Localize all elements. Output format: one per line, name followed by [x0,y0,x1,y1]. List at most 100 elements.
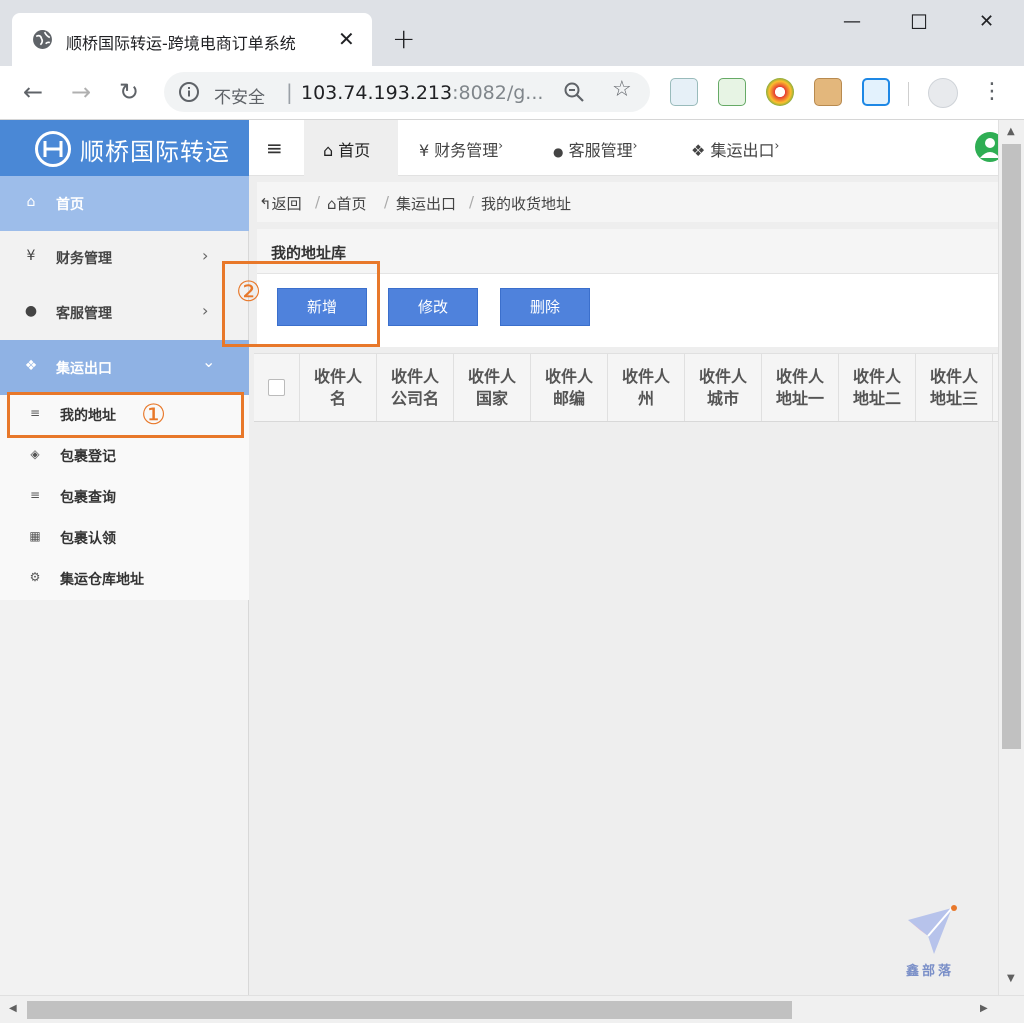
vertical-scroll-thumb[interactable] [1002,144,1021,749]
column-header[interactable]: 收件人 邮编 [531,354,608,421]
column-header[interactable]: 收件人名 [300,354,377,421]
chevron-right-icon: › [202,301,209,320]
breadcrumb-separator: / [384,193,390,211]
sidebar-item-finance[interactable]: ¥ 财务管理 › [0,230,249,285]
sidebar-subitem-warehouse-address[interactable]: ⚙ 集运仓库地址 [0,559,249,597]
tab-consolidation[interactable]: ❖ 集运出口› [691,137,779,161]
horizontal-scroll-thumb[interactable] [27,1001,792,1019]
tab-service[interactable]: ● 客服管理› [553,137,637,161]
extension-box-icon[interactable] [814,78,842,106]
sidebar-subitem-parcel-query[interactable]: ≡ 包裹查询 [0,477,249,515]
browser-tabstrip: 顺桥国际转运-跨境电商订单系统 ✕ + — ☐ ✕ [0,0,1024,66]
back-button[interactable]: ← [18,78,48,108]
select-all-checkbox[interactable] [268,379,285,396]
sidebar-item-consolidation[interactable]: ❖ 集运出口 ⌄ [0,340,249,395]
watermark-plane-icon [908,905,957,954]
brand-name: 顺桥国际转运 [80,138,230,166]
toolbar-separator [908,82,909,106]
sidebar-subitem-parcel-register[interactable]: ◈ 包裹登记 [0,436,249,474]
breadcrumb-level2[interactable]: 集运出口 [396,193,456,214]
vertical-scrollbar[interactable]: ▲ ▼ [998,120,1024,995]
user-icon: ● [24,303,38,319]
sidebar-item-label: 财务管理 [56,251,112,267]
extension-capture-icon[interactable] [862,78,890,106]
cube-icon: ◈ [30,447,40,461]
top-nav: ≡ ⌂ 首页 ¥ 财务管理› ● 客服管理› ❖ 集运出口› [249,120,1005,176]
chevron-right-icon: › [202,246,209,265]
tab-close-icon[interactable]: ✕ [338,27,355,51]
sidebar-subitem-label: 包裹登记 [60,449,116,465]
column-header[interactable]: 收件人 地址二 [839,354,916,421]
column-header[interactable]: 收件人 国家 [454,354,531,421]
panel-title: 我的地址库 [271,244,347,262]
column-header[interactable]: 收件人 公司名 [377,354,454,421]
globe-icon [33,30,52,49]
new-tab-button[interactable]: + [392,24,415,54]
sidebar-item-label: 集运出口 [56,361,112,377]
delete-button[interactable]: 删除 [500,288,590,326]
sidebar-item-home[interactable]: ⌂ 首页 [0,176,249,231]
reload-button[interactable]: ↻ [114,78,144,108]
watermark-text: 鑫部落 [906,964,955,979]
home-icon: ⌂ [26,194,36,210]
column-header[interactable]: 收件人 地址一 [762,354,839,421]
address-bar[interactable]: 不安全 | 103.74.193.213:8082/g... ☆ [164,72,650,112]
select-all-cell [254,354,300,421]
breadcrumb-back[interactable]: ↰返回 [259,193,302,214]
gear-icon: ⚙ [29,570,41,584]
extension-notes-icon[interactable] [670,78,698,106]
annotation-number-1: ① [141,398,167,431]
hamburger-icon[interactable]: ≡ [266,136,283,160]
forward-button[interactable]: → [66,78,96,108]
sidebar: 顺桥国际转运 ⌂ 首页 ¥ 财务管理 › ● 客服管理 › ❖ 集运出口 ⌄ ≡… [0,120,249,995]
cubes-icon: ❖ [24,358,38,374]
address-table-header: 收件人名 收件人 公司名 收件人 国家 收件人 邮编 收件人州 收件人 城市 收件人 地址… [254,353,998,422]
tab-title: 顺桥国际转运-跨境电商订单系统 [66,34,296,53]
extension-mail-icon[interactable] [718,78,746,106]
breadcrumb-home[interactable]: ⌂首页 [327,193,367,214]
column-header[interactable]: 收件人 城市 [685,354,762,421]
breadcrumb-separator: / [315,193,321,211]
close-window-button[interactable]: ✕ [979,10,994,34]
list-icon: ≡ [29,488,41,502]
sidebar-item-label: 客服管理 [56,306,112,322]
brand-logo-icon [35,131,71,167]
scroll-right-icon[interactable]: ▶ [980,1003,988,1014]
minimize-button[interactable]: — [843,10,861,34]
bookmark-star-icon[interactable]: ☆ [612,77,632,102]
annotation-box-1 [7,392,244,438]
scroll-down-icon[interactable]: ▼ [1007,973,1015,984]
brand-header: 顺桥国际转运 [0,120,249,176]
maximize-button[interactable]: ☐ [910,10,928,34]
zoom-icon[interactable] [562,80,586,104]
annotation-number-2: ② [236,275,262,308]
security-label: 不安全 [214,88,265,108]
chevron-down-icon: ⌄ [202,352,216,371]
breadcrumb: ↰返回 / ⌂首页 / 集运出口 / 我的收货地址 [257,182,998,222]
profile-avatar-icon[interactable] [928,78,958,108]
sidebar-subitem-label: 包裹查询 [60,490,116,506]
scroll-up-icon[interactable]: ▲ [1007,126,1015,137]
sidebar-subitem-label: 集运仓库地址 [60,572,144,588]
yen-icon: ¥ [26,248,36,264]
browser-menu-icon[interactable]: ⋮ [981,78,1003,106]
scroll-left-icon[interactable]: ◀ [9,1003,17,1014]
grid-icon: ▦ [29,529,41,543]
breadcrumb-current: 我的收货地址 [481,195,572,213]
browser-toolbar: ← → ↻ 不安全 | 103.74.193.213:8082/g... ☆ ⋮ [0,66,1024,120]
address-divider: | [286,80,293,104]
tab-home-label[interactable]: ⌂ 首页 [323,137,370,161]
sidebar-item-service[interactable]: ● 客服管理 › [0,285,249,340]
column-header[interactable]: 收件人 地址三 [916,354,993,421]
info-icon[interactable] [178,81,200,103]
url-text[interactable]: 103.74.193.213:8082/g... [301,82,543,104]
browser-tab[interactable]: 顺桥国际转运-跨境电商订单系统 ✕ [12,13,372,66]
horizontal-scrollbar[interactable]: ◀ ▶ [0,995,1024,1023]
tab-finance[interactable]: ¥ 财务管理› [419,137,503,161]
column-header[interactable]: 收件人州 [608,354,685,421]
sidebar-subitem-parcel-claim[interactable]: ▦ 包裹认领 [0,518,249,556]
edit-button[interactable]: 修改 [388,288,478,326]
sidebar-item-label: 首页 [56,197,84,213]
breadcrumb-separator: / [469,193,475,211]
extension-color-icon[interactable] [766,78,794,106]
